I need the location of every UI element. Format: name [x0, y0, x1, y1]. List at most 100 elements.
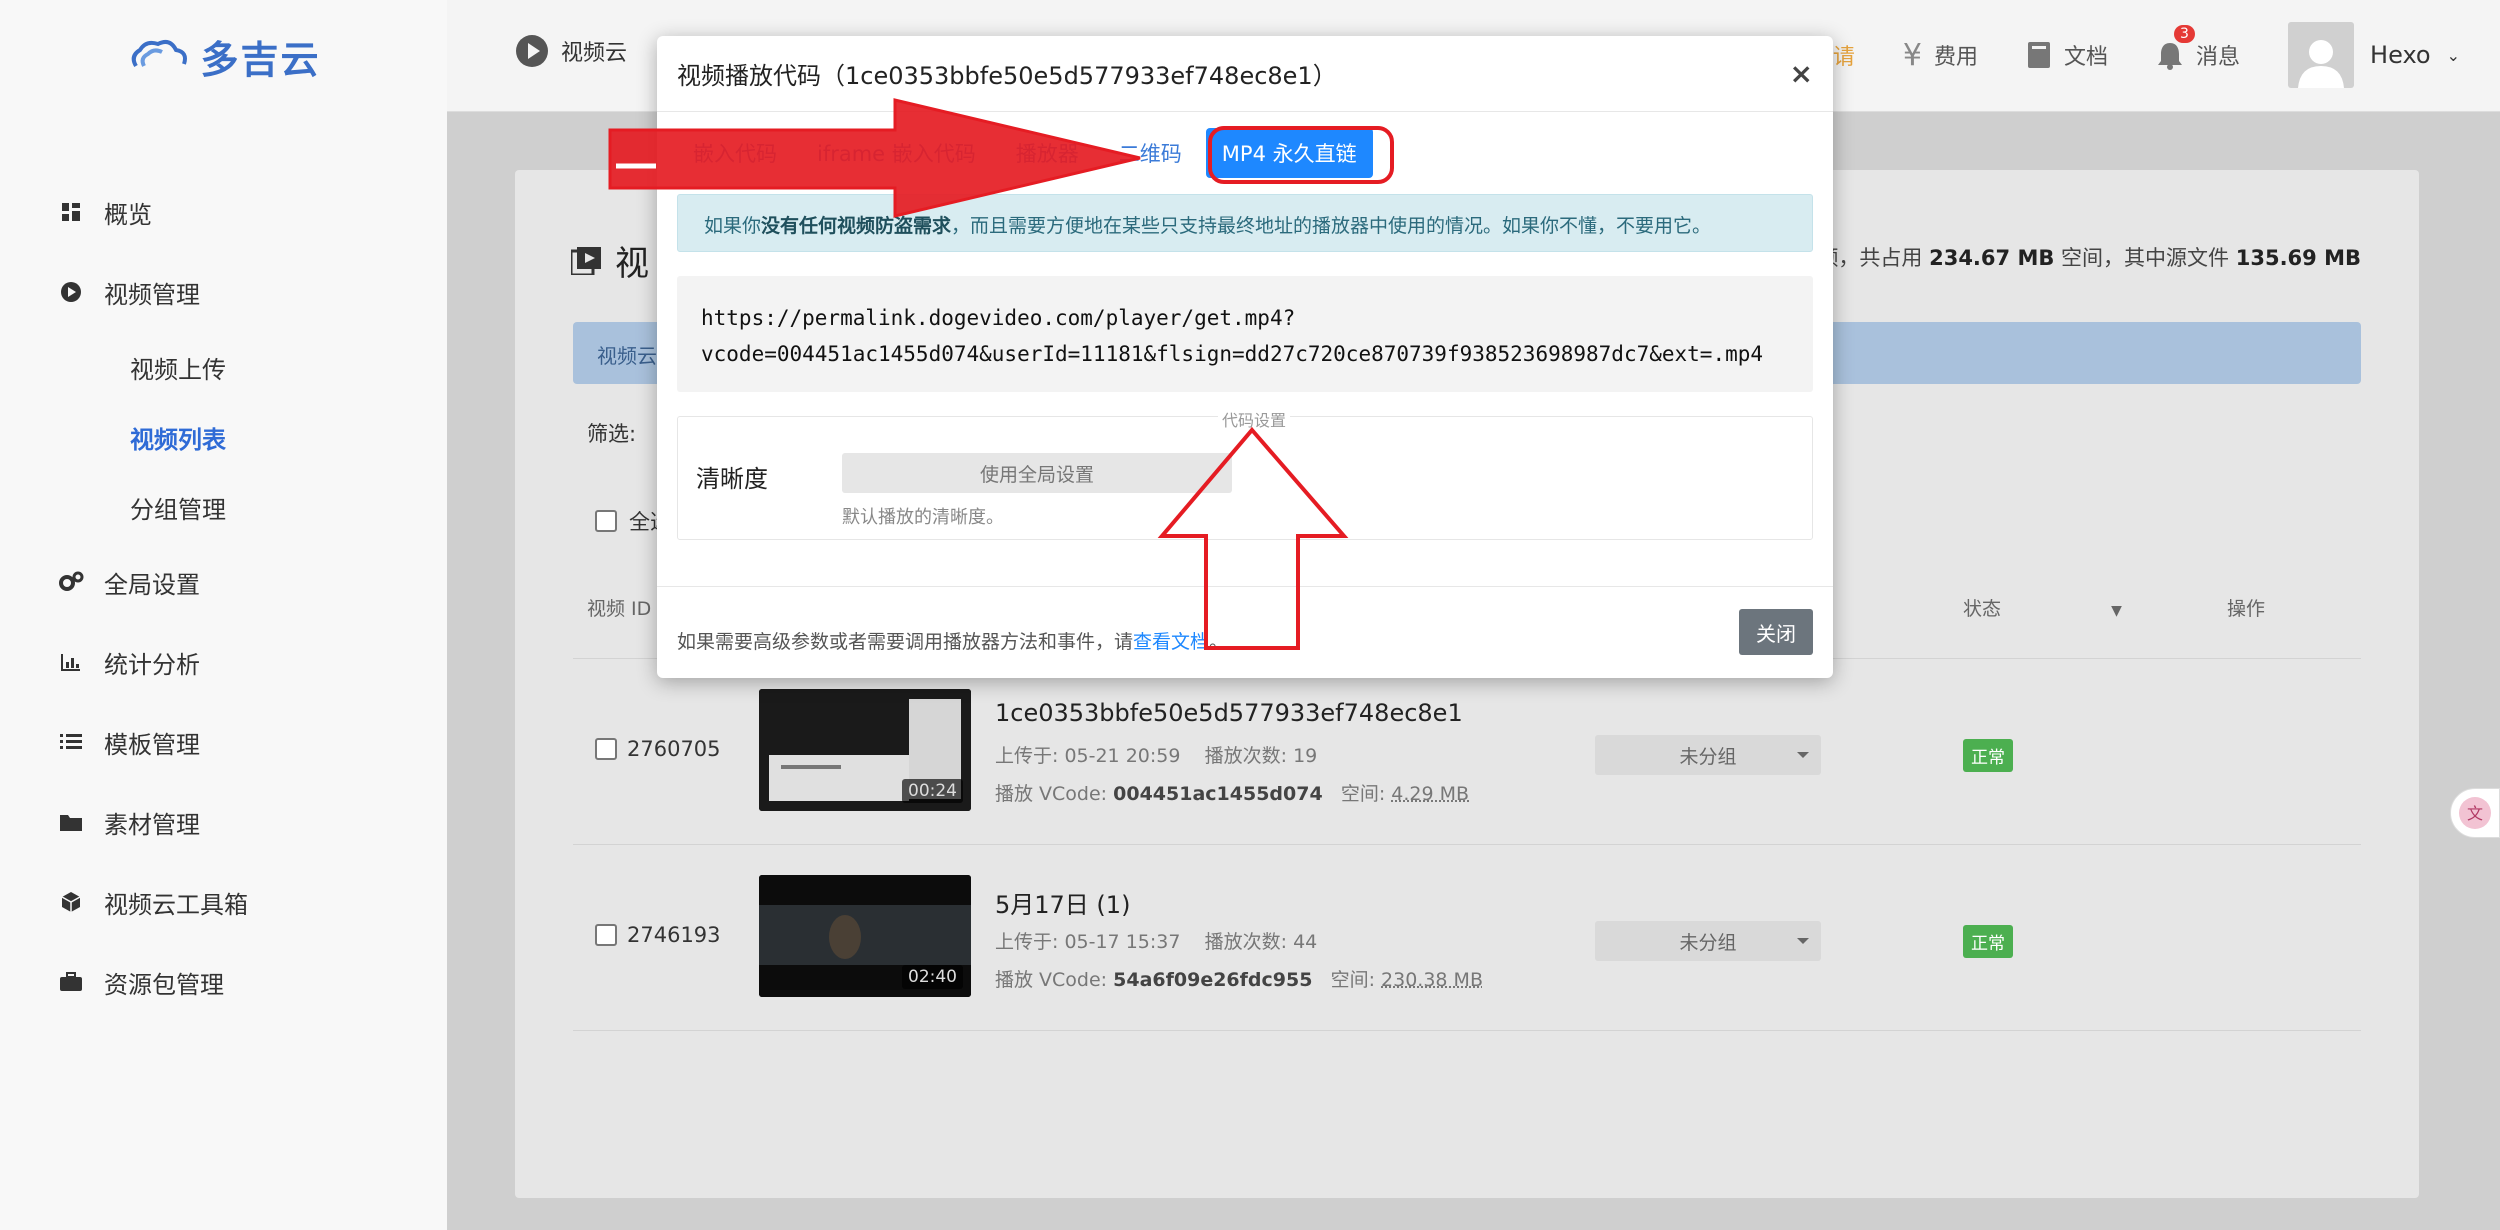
username: Hexo	[2370, 41, 2431, 69]
close-button[interactable]: 关闭	[1739, 609, 1813, 655]
user-silhouette-icon	[2298, 40, 2345, 88]
sidebar-item-label: 模板管理	[104, 730, 200, 759]
status-badge: 正常	[1963, 925, 2013, 958]
video-title[interactable]: 5月17日 (1)	[995, 885, 1130, 920]
video-thumbnail[interactable]: 02:40	[759, 875, 971, 997]
info-suffix: ，而且需要方便地在某些只支持最终地址的播放器中使用的情况。如果你不懂，不要用它。	[951, 215, 1712, 237]
checkbox[interactable]	[595, 738, 617, 760]
sidebar-item-video-upload[interactable]: 视频上传	[0, 332, 447, 402]
column-header-status[interactable]: 状态 ▼	[1963, 594, 2122, 621]
cube-icon	[58, 889, 84, 915]
sidebar-item-statistics[interactable]: 统计分析	[0, 622, 447, 702]
filter-label: 筛选:	[587, 422, 637, 446]
vcode-value: 004451ac1455d074	[1113, 783, 1323, 805]
tab-embed-code[interactable]: 嵌入代码	[677, 128, 793, 178]
footer-suffix: 。	[1209, 631, 1229, 653]
row-select[interactable]: 2760705	[595, 737, 721, 761]
list-icon	[58, 729, 84, 755]
stats-mid: 空间，其中源文件	[2061, 246, 2230, 270]
table-row: 2746193 02:40 5月17日 (1) 上传于: 05-17 15:37…	[573, 844, 2361, 1030]
sidebar-item-toolbox[interactable]: 视频云工具箱	[0, 862, 447, 942]
sidebar-item-label: 概览	[104, 200, 152, 229]
column-header-id[interactable]: 视频 ID	[587, 594, 651, 621]
upload-time: 上传于: 05-21 20:59	[995, 745, 1181, 767]
tab-qr-code[interactable]: 二维码	[1103, 128, 1198, 178]
table-row: 2760705 00:24 1ce0353bbfe50e5d577933ef74…	[573, 658, 2361, 844]
sidebar-item-global-settings[interactable]: 全局设置	[0, 542, 447, 622]
sidebar-item-label: 视频上传	[130, 355, 226, 384]
sidebar-item-group-management[interactable]: 分组管理	[0, 472, 447, 542]
briefcase-icon	[58, 969, 84, 995]
space-value: 4.29 MB	[1391, 783, 1470, 805]
permalink-code-box[interactable]: https://permalink.dogevideo.com/player/g…	[677, 276, 1813, 392]
code-line: https://permalink.dogevideo.com/player/g…	[701, 306, 1296, 330]
table-divider	[573, 1030, 2361, 1031]
chevron-down-icon: ⌄	[2446, 45, 2460, 65]
video-title[interactable]: 1ce0353bbfe50e5d577933ef748ec8e1	[995, 699, 1463, 727]
yen-icon: ¥	[1902, 37, 1922, 73]
code-settings: 代码设置 清晰度 使用全局设置 默认播放的清晰度。	[677, 407, 1813, 540]
video-thumbnail[interactable]: 00:24	[759, 689, 971, 811]
checkbox[interactable]	[595, 924, 617, 946]
top-actions: 邀请 ¥ 费用 文档 3 消息 Hexo ⌄	[1811, 22, 2460, 88]
view-docs-link[interactable]: 查看文档	[1133, 631, 1209, 653]
group-select[interactable]: 未分组	[1595, 921, 1821, 961]
caret-down-icon: ▼	[2111, 603, 2122, 619]
video-id: 2760705	[627, 737, 721, 761]
brand-name: 多吉云	[200, 37, 321, 82]
product-switcher[interactable]: 视频云	[515, 34, 627, 68]
docs-label: 文档	[2064, 45, 2109, 70]
quality-select[interactable]: 使用全局设置	[842, 453, 1232, 493]
brand-logo[interactable]: 多吉云	[0, 0, 447, 112]
sidebar-item-label: 素材管理	[104, 810, 200, 839]
docs-link[interactable]: 文档	[2026, 39, 2108, 71]
sidebar-item-label: 资源包管理	[104, 970, 224, 999]
sidebar-item-templates[interactable]: 模板管理	[0, 702, 447, 782]
sidebar-item-label: 视频云工具箱	[104, 890, 248, 919]
checkbox[interactable]	[595, 510, 617, 532]
mp4-tab-highlight-annotation	[1208, 126, 1394, 184]
video-upload-info: 上传于: 05-21 20:59 播放次数: 19	[995, 741, 1317, 768]
page-title-text: 视	[615, 244, 649, 284]
tab-player[interactable]: 播放器	[1000, 128, 1095, 178]
page-title: 视	[571, 236, 649, 285]
cloud-logo-icon	[132, 40, 188, 68]
video-upload-info: 上传于: 05-17 15:37 播放次数: 44	[995, 927, 1317, 954]
quality-hint: 默认播放的清晰度。	[842, 507, 1004, 528]
stats-used: 234.67 MB	[1929, 246, 2055, 270]
gears-icon	[58, 569, 84, 595]
tab-iframe-embed[interactable]: iframe 嵌入代码	[801, 128, 992, 178]
settings-legend: 代码设置	[1218, 407, 1291, 431]
fees-label: 费用	[1934, 45, 1979, 70]
sidebar-item-resource-packs[interactable]: 资源包管理	[0, 942, 447, 1022]
vcode-value: 54a6f09e26fdc955	[1113, 969, 1313, 991]
space-value: 230.38 MB	[1381, 969, 1483, 991]
video-vcode-info: 播放 VCode: 54a6f09e26fdc955 空间: 230.38 MB	[995, 965, 1483, 992]
group-select[interactable]: 未分组	[1595, 735, 1821, 775]
svg-text:文: 文	[2467, 804, 2483, 823]
messages-link[interactable]: 3 消息	[2156, 25, 2240, 71]
sidebar-item-label: 视频列表	[130, 425, 226, 454]
folder-icon	[58, 809, 84, 835]
sidebar-item-label: 分组管理	[130, 495, 226, 524]
sidebar-item-overview[interactable]: 概览	[0, 172, 447, 252]
message-count-badge: 3	[2174, 25, 2195, 43]
sidebar-item-video-list[interactable]: 视频列表	[0, 402, 447, 472]
close-icon[interactable]: ×	[1790, 57, 1813, 90]
stats-source: 135.69 MB	[2235, 246, 2361, 270]
sidebar-item-video-management[interactable]: 视频管理	[0, 252, 447, 332]
sidebar-item-materials[interactable]: 素材管理	[0, 782, 447, 862]
dashboard-icon	[58, 199, 84, 225]
row-select[interactable]: 2746193	[595, 923, 721, 947]
play-count: 播放次数: 19	[1204, 745, 1318, 767]
video-duration: 00:24	[902, 779, 963, 803]
sidebar-item-label: 统计分析	[104, 650, 200, 679]
fees-link[interactable]: ¥ 费用	[1903, 38, 1978, 73]
footer-prefix: 如果需要高级参数或者需要调用播放器方法和事件，请	[677, 631, 1134, 653]
bar-chart-icon	[58, 649, 84, 675]
sidebar-nav: 概览 视频管理 视频上传 视频列表 分组管理 全局设置 统计分析 模板管理 素材…	[0, 172, 447, 1022]
user-menu[interactable]: Hexo ⌄	[2288, 22, 2460, 88]
translate-float-button[interactable]: 文	[2450, 788, 2500, 838]
upload-time: 上传于: 05-17 15:37	[995, 931, 1181, 953]
video-library-icon	[571, 246, 601, 275]
